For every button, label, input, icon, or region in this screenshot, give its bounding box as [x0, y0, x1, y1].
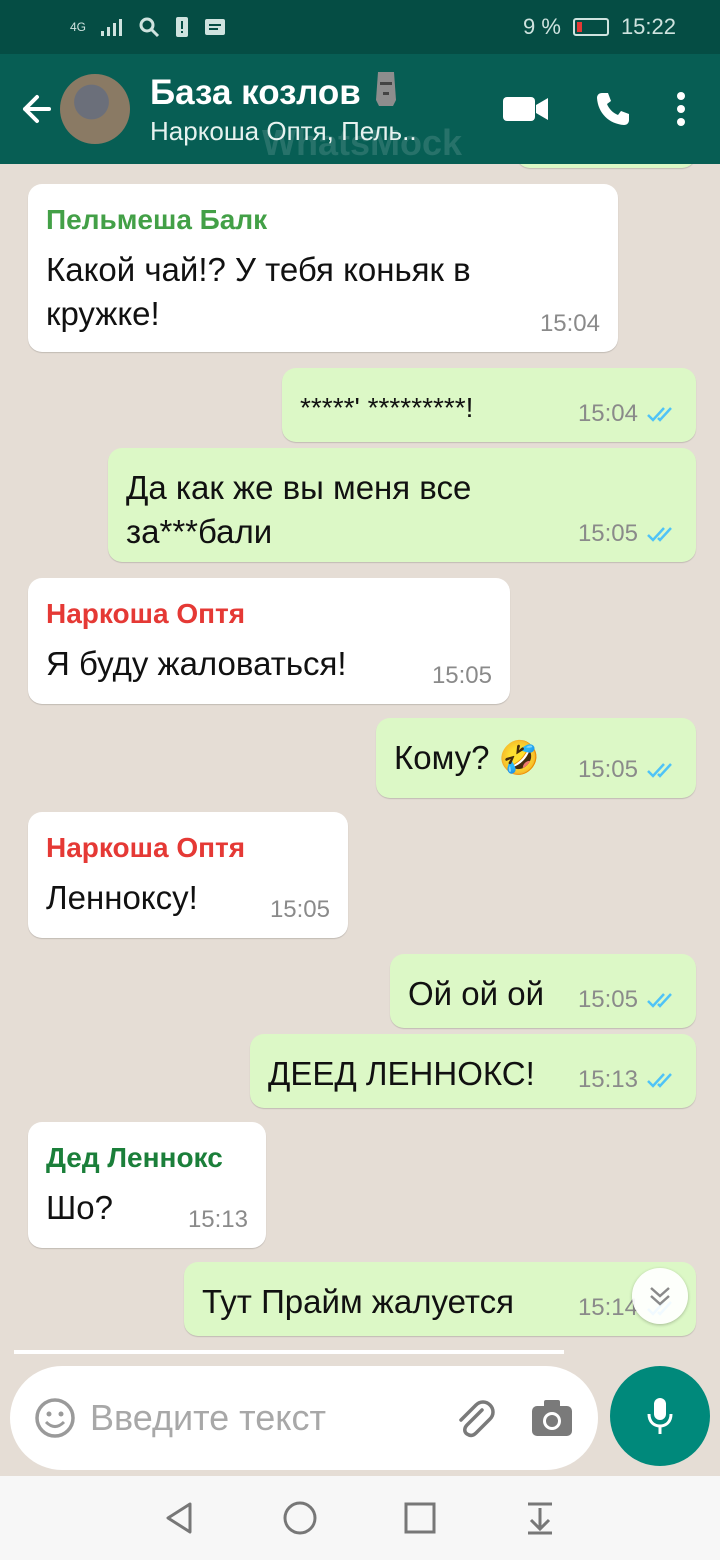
moai-icon	[375, 72, 396, 106]
message-time: 15:04	[539, 310, 600, 337]
alert-icon	[176, 17, 189, 37]
message-meta: 15:05	[578, 520, 678, 548]
message-bubble[interactable]: Тут Прайм жалуется 15:14	[184, 1262, 696, 1336]
read-ticks-icon	[647, 527, 672, 542]
message-meta: 15:13	[188, 1206, 248, 1234]
chat-title: База козлов	[150, 70, 502, 114]
message-composer[interactable]: Введите текст	[10, 1366, 598, 1470]
nav-home-icon[interactable]	[282, 1500, 318, 1536]
message-meta: 15:05	[578, 986, 678, 1014]
message-meta: 15:13	[578, 1066, 678, 1094]
message-text: Я буду жаловаться!	[46, 645, 347, 682]
message-time: 15:05	[431, 662, 492, 689]
message-bubble[interactable]: Ой ой ой 15:05	[390, 954, 696, 1028]
more-options-icon[interactable]	[676, 91, 686, 127]
chat-title-text: База козлов	[150, 73, 361, 112]
read-ticks-icon	[647, 1073, 672, 1088]
watermark: WhatsMock	[262, 122, 463, 163]
message-meta: 15:05	[578, 756, 678, 784]
video-call-icon[interactable]	[502, 94, 550, 124]
battery-percent: 9 %	[523, 14, 561, 39]
message-bubble[interactable]: *****' *********! 15:04	[282, 368, 696, 442]
message-bubble[interactable]: ДЕЕД ЛЕННОКС! 15:13	[250, 1034, 696, 1108]
message-time: 15:05	[269, 896, 330, 923]
message-bubble[interactable]: Кому? 🤣 15:05	[376, 718, 696, 798]
nav-notifications-icon[interactable]	[522, 1500, 558, 1536]
sender-name: Наркоша Оптя	[46, 832, 246, 863]
camera-icon[interactable]	[530, 1398, 574, 1438]
clock: 15:22	[620, 14, 676, 39]
back-button[interactable]	[0, 54, 60, 164]
emoji-icon[interactable]	[34, 1397, 76, 1439]
nav-back-icon[interactable]	[162, 1500, 198, 1536]
message-list[interactable]: Пельмеша Балк Какой чай!? У тебя коньяк …	[0, 164, 720, 1354]
message-time: 15:05	[577, 986, 638, 1013]
message-bubble[interactable]: Наркоша Оптя Ленноксу! 15:05	[28, 812, 348, 938]
message-time: 15:13	[577, 1066, 638, 1093]
system-nav-bar	[0, 1476, 720, 1560]
read-ticks-icon	[647, 993, 672, 1008]
message-meta: 15:05	[270, 896, 330, 924]
read-ticks-icon	[647, 763, 672, 778]
microphone-icon	[647, 1398, 673, 1434]
paperclip-icon[interactable]	[452, 1396, 496, 1440]
signal-icon	[101, 19, 123, 36]
next-message-edge	[14, 1350, 564, 1354]
header-actions	[502, 90, 720, 128]
search-icon	[139, 17, 160, 38]
read-ticks-icon	[647, 407, 672, 422]
battery-icon	[572, 18, 609, 36]
message-bubble[interactable]: Наркоша Оптя Я буду жаловаться! 15:05	[28, 578, 510, 704]
sender-name: Наркоша Оптя	[46, 598, 246, 629]
message-text: Какой чай!? У тебя коньяк в кружке!	[46, 251, 471, 332]
previous-message-edge	[516, 164, 696, 168]
status-left: 4G	[70, 15, 226, 39]
nav-recents-icon[interactable]	[402, 1500, 438, 1536]
message-time: 15:05	[577, 520, 638, 547]
message-bubble[interactable]: Дед Леннокс Шо? 15:13	[28, 1122, 266, 1248]
message-time: 15:13	[187, 1206, 248, 1233]
phone-call-icon[interactable]	[594, 90, 632, 128]
message-meta: 15:05	[432, 662, 492, 690]
message-time: 15:04	[577, 400, 638, 427]
status-bar: 4G 9 % 15:22	[0, 0, 720, 54]
voice-message-button[interactable]	[610, 1366, 710, 1466]
scroll-to-bottom-button[interactable]	[632, 1268, 688, 1324]
message-icon	[205, 19, 226, 35]
sender-name: Пельмеша Балк	[46, 204, 268, 235]
message-bubble[interactable]: Пельмеша Балк Какой чай!? У тебя коньяк …	[28, 184, 618, 352]
message-input[interactable]: Введите текст	[90, 1397, 452, 1439]
message-bubble[interactable]: Да как же вы меня все за***бали 15:05	[108, 448, 696, 562]
chevron-double-down-icon	[650, 1287, 670, 1306]
status-right: 9 % 15:22	[523, 14, 676, 40]
network-label: 4G	[70, 20, 87, 34]
group-avatar[interactable]	[60, 74, 130, 144]
message-time: 15:14	[577, 1294, 638, 1321]
sender-name: Дед Леннокс	[46, 1142, 223, 1173]
message-meta: 15:04	[540, 310, 600, 338]
message-meta: 15:04	[578, 400, 678, 428]
message-time: 15:05	[577, 756, 638, 783]
arrow-left-icon	[23, 95, 51, 123]
